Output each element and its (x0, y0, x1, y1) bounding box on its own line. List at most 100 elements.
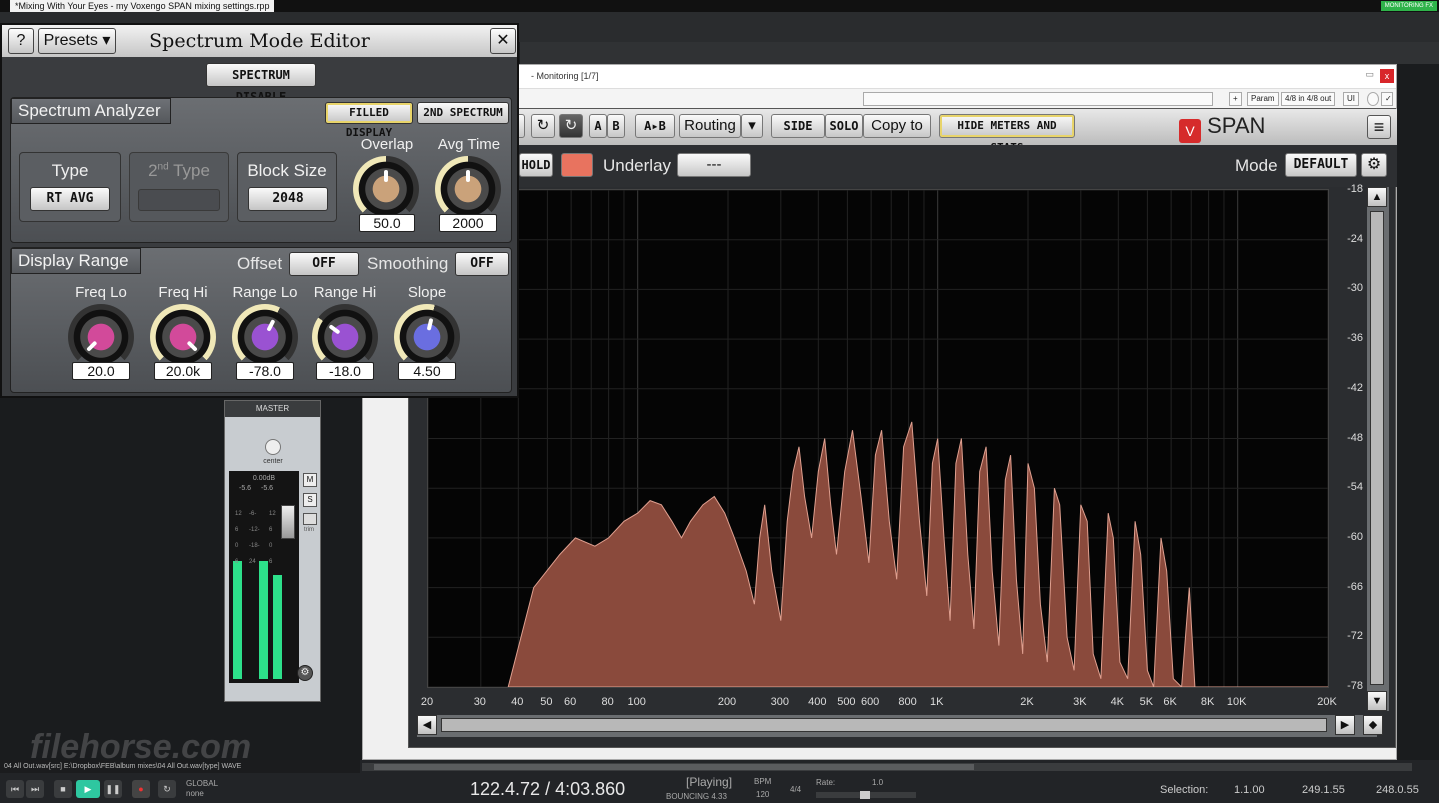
presets-dropdown-icon: ▾ (102, 32, 111, 49)
rate-slider-thumb[interactable] (860, 791, 870, 799)
range-knob-value[interactable]: -78.0 (236, 362, 294, 380)
presets-button[interactable]: Presets ▾ (38, 28, 116, 54)
global-mode[interactable]: none (186, 789, 204, 798)
x-tick-label: 20K (1317, 696, 1337, 708)
solo-button[interactable]: S (303, 493, 317, 507)
x-tick-label: 400 (808, 696, 827, 708)
type-dropdown[interactable]: RT AVG (30, 187, 110, 211)
vertical-scroll-thumb[interactable] (1370, 211, 1384, 685)
range-knob[interactable] (312, 304, 378, 370)
range-knob-value[interactable]: 20.0 (72, 362, 130, 380)
param-button[interactable]: Param (1247, 92, 1279, 106)
menu-icon[interactable]: ≡ (1367, 115, 1391, 139)
overlap-value[interactable]: 50.0 (359, 214, 415, 232)
mute-button[interactable]: M (303, 473, 317, 487)
range-knob[interactable] (150, 304, 216, 370)
monitoring-fx-badge[interactable]: MONITORING FX (1380, 1, 1437, 11)
routing-button[interactable]: Routing (679, 114, 741, 138)
help-button[interactable]: ? (8, 28, 34, 54)
vertical-scrollbar[interactable]: ▲ ▼ (1367, 187, 1389, 711)
x-tick-label: 60 (564, 696, 577, 708)
stop-icon[interactable]: ■ (54, 780, 72, 798)
underlay-dropdown[interactable]: --- (677, 153, 751, 177)
copy-to-button[interactable]: Copy to (863, 114, 931, 138)
bypass-icon[interactable] (1367, 92, 1379, 106)
horizontal-scrollbar[interactable]: ◀ ▶ ◆ (417, 715, 1383, 737)
range-knob-value[interactable]: 4.50 (398, 362, 456, 380)
second-spectrum-button[interactable]: 2ND SPECTRUM (417, 102, 509, 124)
second-type-dropdown[interactable] (138, 189, 220, 211)
play-icon[interactable]: ▶ (76, 780, 100, 798)
redo-icon[interactable]: ↻ (531, 114, 555, 138)
preset-dropdown[interactable] (863, 92, 1213, 106)
avg-time-value[interactable]: 2000 (439, 214, 497, 232)
avg-time-knob[interactable] (435, 156, 501, 222)
editor-close-button[interactable]: ✕ (490, 28, 516, 54)
rate-slider[interactable] (816, 791, 916, 799)
timeline-scroll-thumb[interactable] (374, 764, 974, 770)
track-info: 04 All Out.wav[src] E:\Dropbox\FEB\album… (0, 760, 360, 773)
block-size-label: Block Size (247, 161, 327, 180)
type-group: Type RT AVG (19, 152, 121, 222)
pause-icon[interactable]: ❚❚ (104, 780, 122, 798)
time-signature[interactable]: 4/4 (790, 785, 801, 794)
scroll-reset-button[interactable]: ◆ (1363, 715, 1383, 735)
spectrum-disable-button[interactable]: SPECTRUM DISABLE (206, 63, 316, 104)
fx-window-close-button[interactable]: x (1380, 69, 1394, 83)
scroll-up-button[interactable]: ▲ (1367, 187, 1387, 207)
horizontal-scroll-thumb[interactable] (441, 718, 1327, 732)
pan-label: center (263, 458, 283, 465)
mode-dropdown[interactable]: DEFAULT (1285, 153, 1357, 177)
timeline-scrollbar[interactable] (362, 763, 1412, 771)
rate-value[interactable]: 1.0 (872, 778, 883, 787)
second-type-label: 2nd Type (148, 161, 210, 180)
route-icon[interactable] (303, 513, 317, 525)
offset-toggle[interactable]: OFF (289, 252, 359, 276)
scroll-down-button[interactable]: ▼ (1367, 691, 1387, 711)
range-knob[interactable] (394, 304, 460, 370)
add-preset-button[interactable]: + (1229, 92, 1242, 106)
smoothing-toggle[interactable]: OFF (455, 252, 509, 276)
scroll-left-button[interactable]: ◀ (417, 715, 437, 735)
side-button[interactable]: SIDE (771, 114, 825, 138)
fx-gear-icon[interactable]: ⚙ (297, 665, 313, 681)
io-button[interactable]: 4/8 in 4/8 out (1281, 92, 1336, 106)
volume-fader[interactable] (281, 505, 295, 539)
a-button[interactable]: A (589, 114, 607, 138)
a-to-b-button[interactable]: A▸B (635, 114, 675, 138)
go-to-end-icon[interactable]: ⏭ (26, 780, 44, 798)
pan-knob[interactable] (265, 439, 281, 455)
range-knob[interactable] (232, 304, 298, 370)
logo-text: SPAN (1207, 113, 1266, 138)
mode-settings-gear-icon[interactable]: ⚙ (1361, 153, 1387, 177)
repeat-icon[interactable]: ↻ (158, 780, 176, 798)
selection-start[interactable]: 1.1.00 (1234, 784, 1265, 796)
spectrum-graph[interactable] (427, 189, 1329, 688)
enable-checkbox[interactable]: ✓ (1381, 92, 1393, 106)
go-to-start-icon[interactable]: ⏮ (6, 780, 24, 798)
scroll-right-button[interactable]: ▶ (1335, 715, 1355, 735)
pin-icon[interactable]: ▭ (1365, 69, 1374, 80)
range-knob[interactable] (68, 304, 134, 370)
b-button[interactable]: B (607, 114, 625, 138)
filled-display-button[interactable]: FILLED DISPLAY (325, 102, 413, 139)
solo-button[interactable]: SOLO (825, 114, 863, 138)
hold-button[interactable]: HOLD (519, 153, 553, 177)
hold-color-swatch[interactable] (561, 153, 593, 177)
display-range-title: Display Range (11, 248, 141, 274)
knob-pointer (186, 340, 198, 352)
fader-mark: 0 (269, 543, 273, 549)
range-knob-value[interactable]: 20.0k (154, 362, 212, 380)
hide-meters-button[interactable]: HIDE METERS AND STATS (939, 114, 1075, 154)
record-icon[interactable]: ● (132, 780, 150, 798)
fader-mark: 6 (235, 559, 239, 565)
overlap-knob[interactable] (353, 156, 419, 222)
block-size-dropdown[interactable]: 2048 (248, 187, 328, 211)
range-knob-value[interactable]: -18.0 (316, 362, 374, 380)
routing-dropdown-icon[interactable]: ▾ (741, 114, 763, 138)
selection-end[interactable]: 249.1.55 (1302, 784, 1345, 796)
selection-length[interactable]: 248.0.55 (1376, 784, 1419, 796)
redo-disabled-icon[interactable]: ↻ (559, 114, 583, 138)
bpm-value[interactable]: 120 (756, 790, 769, 799)
ui-button[interactable]: UI (1343, 92, 1359, 106)
